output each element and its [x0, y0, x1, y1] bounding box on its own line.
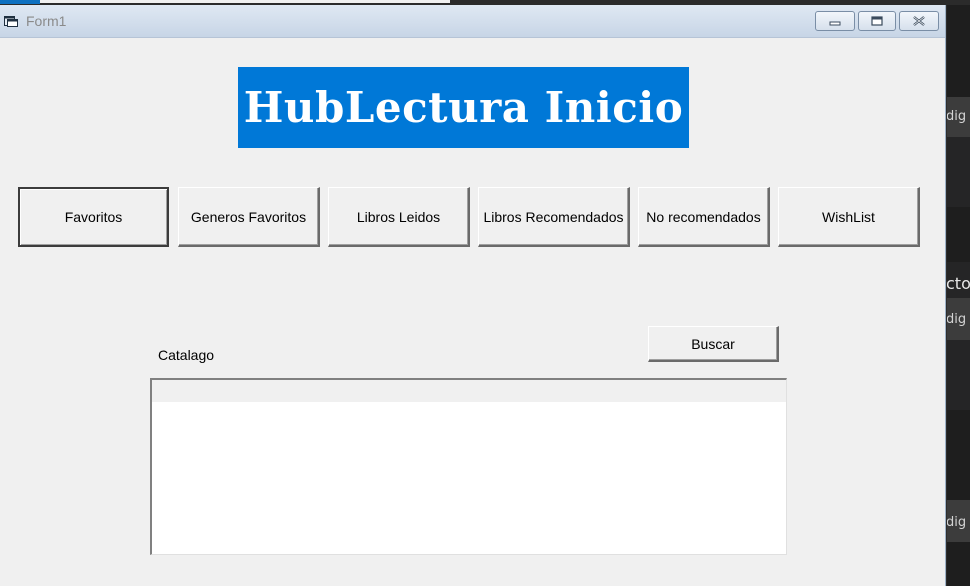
minimize-icon [829, 21, 841, 26]
generos-favoritos-button[interactable]: Generos Favoritos [178, 187, 320, 247]
taskbar-highlight [40, 0, 450, 3]
minimize-button[interactable] [815, 11, 855, 31]
maximize-button[interactable] [858, 11, 896, 31]
form-app-icon [4, 16, 18, 27]
page-title-banner: HubLectura Inicio [238, 67, 689, 148]
bg-editor-fragment: dig [946, 97, 970, 137]
favoritos-button[interactable]: Favoritos [18, 187, 169, 247]
wishlist-button[interactable]: WishList [778, 187, 920, 247]
libros-recomendados-button[interactable]: Libros Recomendados [478, 187, 630, 247]
title-bar[interactable]: Form1 [0, 5, 945, 38]
catalog-grid-header [152, 380, 786, 402]
search-button[interactable]: Buscar [648, 326, 779, 362]
catalog-label: Catalago [158, 347, 215, 363]
catalog-grid[interactable] [150, 378, 787, 555]
bg-editor-panel [946, 340, 970, 410]
close-icon [913, 16, 925, 26]
libros-leidos-button[interactable]: Libros Leidos [328, 187, 470, 247]
bg-editor-fragment: cto [946, 262, 970, 298]
taskbar-accent [0, 0, 40, 4]
restore-icon [871, 16, 883, 26]
page-title: HubLectura Inicio [243, 83, 684, 132]
close-button[interactable] [899, 11, 939, 31]
bg-editor-fragment: dig [946, 500, 970, 542]
bg-editor-panel [946, 137, 970, 207]
bg-editor-fragment: dig [946, 298, 970, 340]
no-recomendados-button[interactable]: No recomendados [638, 187, 770, 247]
window-title: Form1 [26, 13, 67, 29]
form-window: Form1 HubLectura Inicio Favoritos Genero… [0, 5, 946, 586]
